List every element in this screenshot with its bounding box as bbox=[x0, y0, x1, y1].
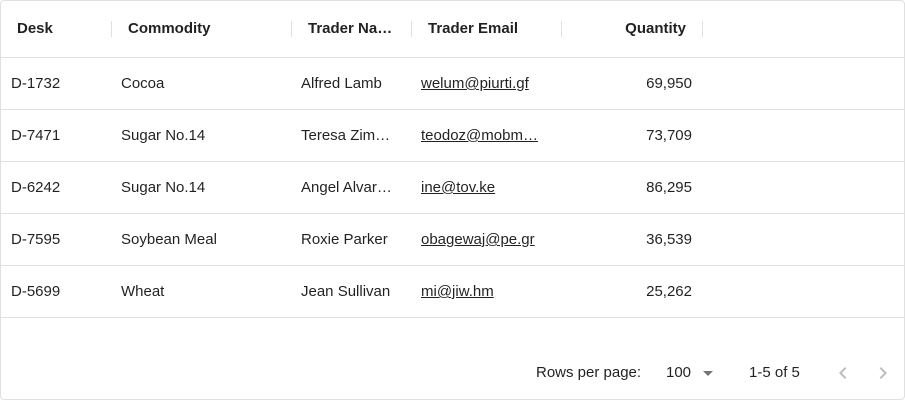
rows-per-page-select[interactable]: 100 bbox=[666, 347, 714, 399]
column-header-trader-name[interactable]: Trader Na… bbox=[298, 1, 411, 57]
data-grid: Desk Commodity Trader Na… Trader Email Q… bbox=[0, 0, 905, 400]
column-separator[interactable] bbox=[411, 21, 412, 37]
cell-trader-name: Angel Alvar… bbox=[301, 179, 392, 196]
cell-commodity: Soybean Meal bbox=[121, 231, 217, 248]
column-header-desk[interactable]: Desk bbox=[7, 1, 111, 57]
column-separator[interactable] bbox=[291, 21, 292, 37]
column-header-commodity[interactable]: Commodity bbox=[118, 1, 291, 57]
cell-commodity: Wheat bbox=[121, 283, 165, 300]
cell-quantity: 69,950 bbox=[646, 75, 692, 92]
column-header-trader-email[interactable]: Trader Email bbox=[418, 1, 561, 57]
column-separator[interactable] bbox=[702, 21, 703, 37]
table-row[interactable]: D-1732 Cocoa Alfred Lamb welum@piurti.gf… bbox=[1, 58, 904, 110]
cell-commodity: Sugar No.14 bbox=[121, 179, 206, 196]
pagination-footer: Rows per page: 100 1-5 of 5 bbox=[1, 347, 904, 399]
table-row[interactable]: D-6242 Sugar No.14 Angel Alvar… ine@tov.… bbox=[1, 162, 904, 214]
cell-quantity: 73,709 bbox=[646, 127, 692, 144]
column-header-row: Desk Commodity Trader Na… Trader Email Q… bbox=[1, 1, 904, 58]
cell-trader-name: Teresa Zim… bbox=[301, 127, 391, 144]
cell-desk: D-7471 bbox=[11, 127, 61, 144]
cell-trader-name: Roxie Parker bbox=[301, 231, 388, 248]
column-separator[interactable] bbox=[561, 21, 562, 37]
cell-trader-name: Jean Sullivan bbox=[301, 283, 391, 300]
table-row[interactable]: D-7471 Sugar No.14 Teresa Zim… teodoz@mo… bbox=[1, 110, 904, 162]
rows-per-page-label: Rows per page: bbox=[536, 364, 642, 381]
table-row[interactable]: D-5699 Wheat Jean Sullivan mi@jiw.hm 25,… bbox=[1, 266, 904, 318]
previous-page-button[interactable] bbox=[831, 361, 855, 385]
cell-trader-email-link[interactable]: welum@piurti.gf bbox=[411, 58, 561, 109]
chevron-down-icon bbox=[703, 370, 714, 376]
cell-quantity: 25,262 bbox=[646, 283, 692, 300]
cell-desk: D-6242 bbox=[11, 179, 61, 196]
rows-per-page-value: 100 bbox=[666, 364, 692, 381]
cell-commodity: Sugar No.14 bbox=[121, 127, 206, 144]
cell-trader-email-link[interactable]: teodoz@mobm… bbox=[411, 110, 561, 161]
cell-desk: D-5699 bbox=[11, 283, 61, 300]
chevron-right-icon bbox=[879, 367, 887, 379]
chevron-left-icon bbox=[839, 367, 847, 379]
column-header-quantity[interactable]: Quantity bbox=[568, 1, 696, 57]
cell-desk: D-1732 bbox=[11, 75, 61, 92]
cell-commodity: Cocoa bbox=[121, 75, 165, 92]
cell-quantity: 36,539 bbox=[646, 231, 692, 248]
column-separator[interactable] bbox=[111, 21, 112, 37]
cell-trader-name: Alfred Lamb bbox=[301, 75, 382, 92]
table-row[interactable]: D-7595 Soybean Meal Roxie Parker obagewa… bbox=[1, 214, 904, 266]
cell-quantity: 86,295 bbox=[646, 179, 692, 196]
next-page-button[interactable] bbox=[871, 361, 895, 385]
cell-desk: D-7595 bbox=[11, 231, 61, 248]
cell-trader-email-link[interactable]: mi@jiw.hm bbox=[411, 266, 561, 317]
cell-trader-email-link[interactable]: ine@tov.ke bbox=[411, 162, 561, 213]
pagination-range: 1-5 of 5 bbox=[749, 364, 800, 381]
cell-trader-email-link[interactable]: obagewaj@pe.gr bbox=[411, 214, 561, 265]
